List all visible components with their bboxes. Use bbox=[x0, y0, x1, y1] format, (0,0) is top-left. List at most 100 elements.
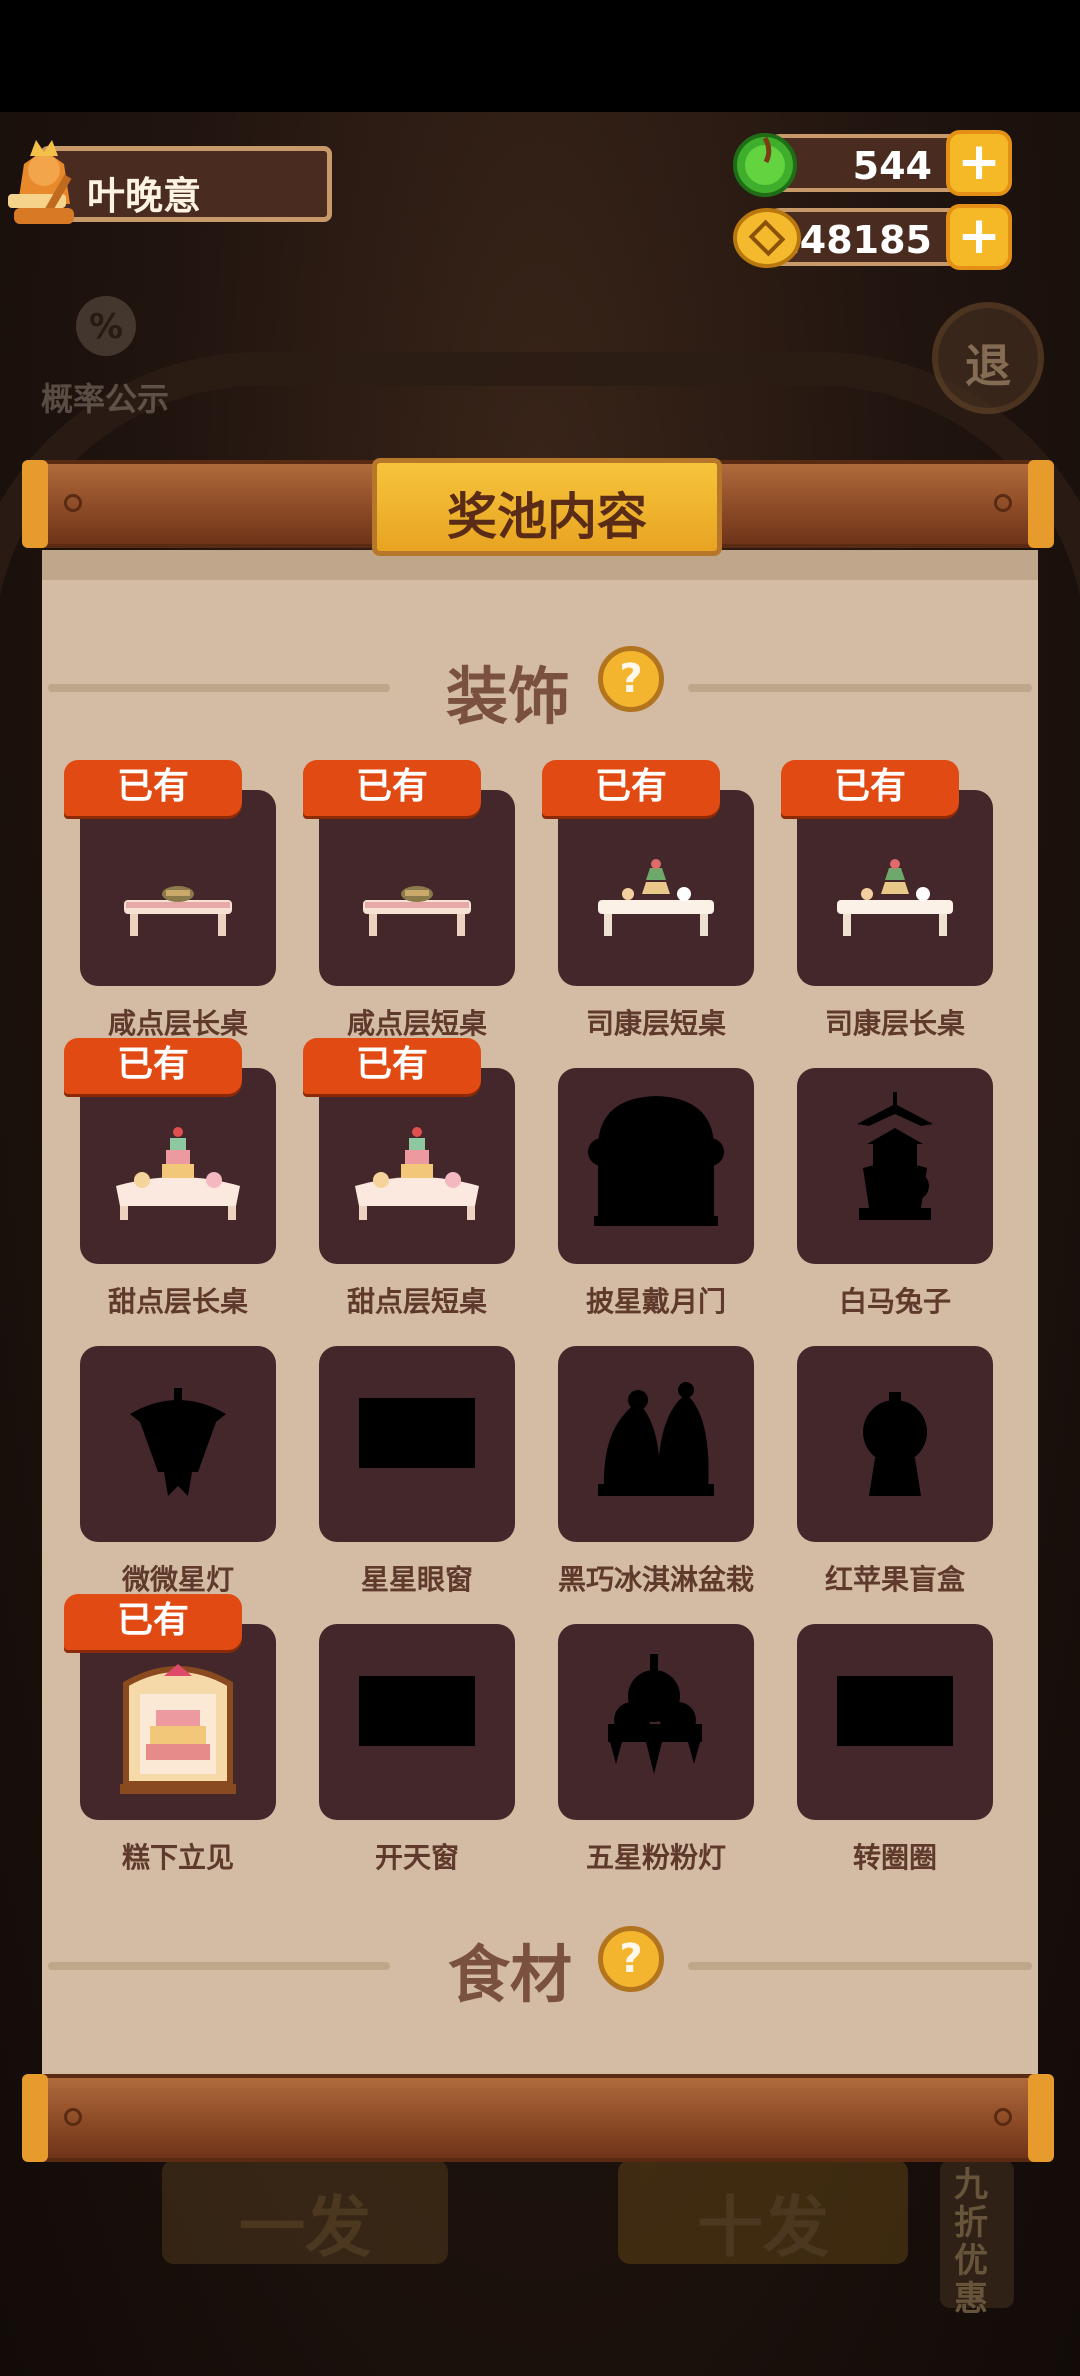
jade-amount: 544 bbox=[852, 144, 932, 188]
item-name: 司康层短桌 bbox=[585, 1007, 726, 1040]
add-jade-button[interactable]: + bbox=[946, 130, 1012, 196]
item-art-icon bbox=[359, 1676, 475, 1746]
item-slot bbox=[797, 1624, 993, 1820]
decor-item[interactable]: 甜点层长桌 已有 bbox=[64, 1038, 276, 1338]
decor-item[interactable]: 司康层长桌 已有 bbox=[781, 760, 993, 1060]
gold-coin-icon bbox=[733, 208, 801, 268]
player-avatar-icon[interactable] bbox=[4, 134, 84, 226]
item-slot bbox=[319, 1346, 515, 1542]
item-name: 甜点层长桌 bbox=[107, 1285, 248, 1318]
item-art-icon bbox=[863, 1392, 927, 1496]
section-title-ingredients: 食材 bbox=[448, 1938, 573, 2011]
item-name: 咸点层短桌 bbox=[346, 1007, 487, 1040]
item-name: 五星粉粉灯 bbox=[585, 1841, 726, 1874]
decor-item[interactable]: 微微星灯 bbox=[80, 1346, 276, 1616]
item-name: 转圈圈 bbox=[852, 1841, 937, 1874]
exit-button[interactable]: 退 bbox=[932, 302, 1044, 414]
item-slot bbox=[558, 1068, 754, 1264]
owned-badge: 已有 bbox=[64, 1594, 242, 1650]
ten-draw-label: 十发 bbox=[697, 2189, 829, 2266]
item-slot bbox=[558, 790, 754, 986]
rod-nail bbox=[994, 494, 1012, 512]
section-divider bbox=[688, 684, 1032, 692]
item-name: 咸点层长桌 bbox=[107, 1007, 248, 1040]
item-name: 红苹果盲盒 bbox=[824, 1563, 965, 1596]
item-art-icon bbox=[857, 1092, 933, 1220]
decor-item[interactable]: 转圈圈 bbox=[797, 1624, 993, 1894]
item-slot bbox=[319, 1624, 515, 1820]
decor-item[interactable]: 白马兔子 bbox=[797, 1068, 993, 1338]
add-gold-button[interactable]: + bbox=[946, 204, 1012, 270]
status-bar bbox=[0, 0, 1080, 112]
discount-label: 九折优惠 bbox=[954, 2165, 988, 2319]
section-divider bbox=[688, 1962, 1032, 1970]
rod-nail bbox=[994, 2108, 1012, 2126]
item-slot bbox=[80, 1624, 276, 1820]
rod-cap-right bbox=[1028, 2074, 1054, 2162]
decor-item[interactable]: 红苹果盲盒 bbox=[797, 1346, 993, 1616]
item-slot bbox=[319, 1068, 515, 1264]
ten-draw-button[interactable]: 十发 bbox=[618, 2160, 908, 2266]
item-art-icon bbox=[116, 1127, 240, 1220]
rod-cap-right bbox=[1028, 460, 1054, 548]
item-name: 司康层长桌 bbox=[824, 1007, 965, 1040]
item-art-icon bbox=[359, 1398, 475, 1468]
svg-text:%: % bbox=[89, 307, 123, 347]
decor-item[interactable]: 咸点层短桌 已有 bbox=[303, 760, 515, 1060]
item-art-icon bbox=[837, 1676, 953, 1746]
decor-item[interactable]: 星星眼窗 bbox=[319, 1346, 515, 1616]
single-draw-button[interactable]: 一发 bbox=[162, 2160, 448, 2266]
item-art-icon bbox=[837, 859, 953, 936]
item-art-icon bbox=[598, 859, 714, 936]
jade-coin-icon bbox=[733, 133, 797, 197]
owned-badge: 已有 bbox=[781, 760, 959, 816]
item-slot bbox=[797, 1346, 993, 1542]
rod-nail bbox=[64, 2108, 82, 2126]
bottom-scroll-rod bbox=[22, 2074, 1054, 2162]
item-art-icon bbox=[355, 1127, 479, 1220]
item-art-icon bbox=[608, 1654, 702, 1774]
decor-item[interactable]: 甜点层短桌 已有 bbox=[303, 1038, 515, 1338]
help-icon[interactable]: ? bbox=[598, 646, 664, 712]
help-icon[interactable]: ? bbox=[598, 1926, 664, 1992]
decor-item[interactable]: 司康层短桌 已有 bbox=[542, 760, 754, 1060]
decor-item[interactable]: 五星粉粉灯 bbox=[558, 1624, 754, 1894]
decor-item[interactable]: 咸点层长桌 已有 bbox=[64, 760, 276, 1060]
item-art-icon bbox=[130, 1388, 226, 1496]
item-art-icon bbox=[598, 1382, 714, 1496]
item-slot bbox=[558, 1624, 754, 1820]
decor-item[interactable]: 糕下立见 已有 bbox=[64, 1594, 276, 1894]
rod-cap-left bbox=[22, 2074, 48, 2162]
item-name: 黑巧冰淇淋盆栽 bbox=[557, 1563, 754, 1596]
item-slot bbox=[558, 1346, 754, 1542]
item-art-icon bbox=[588, 1096, 724, 1226]
single-draw-label: 一发 bbox=[239, 2189, 371, 2266]
owned-badge: 已有 bbox=[64, 1038, 242, 1094]
item-slot bbox=[80, 1068, 276, 1264]
section-divider bbox=[48, 684, 390, 692]
owned-badge: 已有 bbox=[303, 760, 481, 816]
item-name: 甜点层短桌 bbox=[346, 1285, 487, 1318]
item-slot bbox=[80, 1346, 276, 1542]
decor-item[interactable]: 开天窗 bbox=[319, 1624, 515, 1894]
item-name: 糕下立见 bbox=[121, 1841, 234, 1874]
owned-badge: 已有 bbox=[64, 760, 242, 816]
item-name: 星星眼窗 bbox=[360, 1563, 473, 1596]
probability-label: 概率公示 bbox=[40, 380, 169, 418]
probability-button[interactable]: % 概率公示 bbox=[30, 290, 180, 420]
player-name: 叶晚意 bbox=[87, 174, 202, 218]
decor-item[interactable]: 披星戴月门 bbox=[558, 1068, 754, 1338]
item-slot bbox=[797, 1068, 993, 1264]
discount-tag: 九折优惠 bbox=[940, 2160, 1014, 2318]
owned-badge: 已有 bbox=[303, 1038, 481, 1094]
section-divider bbox=[48, 1962, 390, 1970]
section-title-decor: 装饰 bbox=[446, 660, 571, 733]
item-name: 白马兔子 bbox=[838, 1285, 951, 1318]
decor-item[interactable]: 黑巧冰淇淋盆栽 bbox=[558, 1346, 754, 1616]
owned-badge: 已有 bbox=[542, 760, 720, 816]
item-name: 微微星灯 bbox=[121, 1563, 234, 1596]
item-art-icon bbox=[363, 886, 471, 936]
item-art-icon bbox=[124, 886, 232, 936]
item-slot bbox=[797, 790, 993, 986]
item-slot bbox=[319, 790, 515, 986]
